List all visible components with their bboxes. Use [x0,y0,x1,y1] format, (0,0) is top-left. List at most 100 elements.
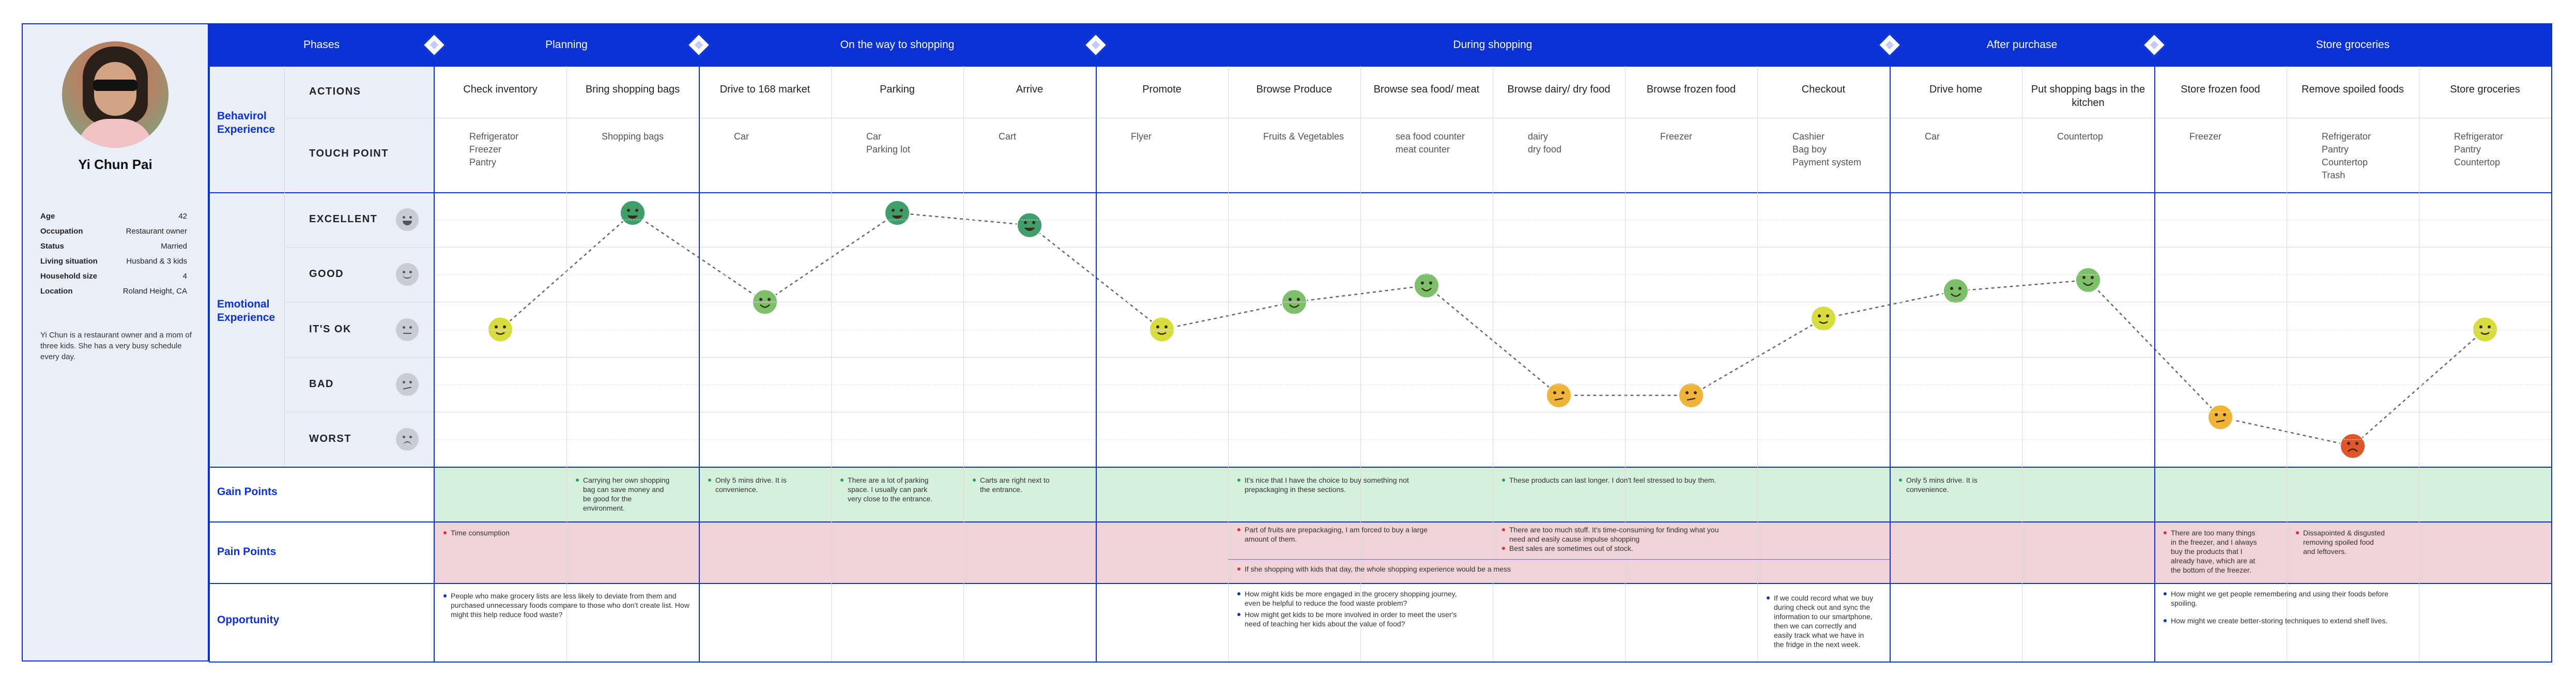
emotion-level-label: BAD [309,378,334,390]
gain-note-text: These products can last longer. I don't … [1500,475,1737,485]
emotion-point-face-icon [2207,404,2233,430]
section-divider [209,521,2552,522]
action-label: Browse frozen food [1646,84,1736,95]
touch-point-list: Countertop [2057,131,2104,142]
gain-point-note: There are a lot of parking space. I usua… [838,475,937,503]
eye [403,326,405,329]
pain-note-text: Time consumption [441,528,546,537]
emotion-point-face-icon [2340,433,2366,459]
mouth [403,387,412,390]
touch-point-list: Cashier Bag boy Payment system [1792,131,1862,167]
touch-point-list: Refrigerator Pantry Countertop Trash [2322,131,2371,180]
action-label: Store frozen food [2181,84,2260,95]
emotion-level-label: IT'S OK [309,323,351,335]
opp-point-note: People who make grocery lists are less l… [441,591,692,619]
phase-label: Planning [545,39,588,51]
column-divider [566,66,567,662]
action-label: Arrive [1016,84,1044,95]
column-divider [1228,66,1229,662]
action-label: Put shopping bags in the kitchen [2031,84,2145,109]
action-label: Promote [1142,84,1182,95]
emotion-level-face-icon [396,208,419,232]
pain-note-text: If she shopping with kids that day, the … [1235,564,1710,574]
opp-point-note: How might we get people remembering and … [2161,589,2392,608]
action-label: Browse Produce [1256,84,1332,95]
column-divider [831,66,832,662]
pain-point-note: Part of fruits are prepackaging, I am fo… [1235,525,1446,544]
touch-point-list: Shopping bags [602,131,664,142]
gain-note-text: Carts are right next to the entrance. [971,475,1055,494]
gain-point-note: Only 5 mins drive. It is convenience. [1897,475,1995,494]
emotion-point-face-icon [620,200,646,226]
emotion-level-face-icon [396,427,419,451]
opp-note-text: How might we get people remembering and … [2161,589,2392,608]
section-divider [209,192,2552,193]
column-divider [1757,66,1758,662]
phase-label: On the way to shopping [840,39,955,51]
touch-point-list: Freezer [1660,131,1693,142]
emotion-curve [487,200,2498,459]
board-border [2551,23,2552,662]
opp-note-text: How might get kids to be more involved i… [1235,610,1466,628]
opp-point-note: How might kids be more engaged in the gr… [1235,589,1466,608]
action-label: Remove spoiled foods [2302,84,2404,95]
pain-note-text: Dissapointed & disgusted removing spoile… [2294,528,2385,556]
emotion-point-face-icon [1414,272,1439,299]
emotion-level-face-icon [396,318,419,341]
gain-point-note: Carts are right next to the entrance. [971,475,1055,494]
opp-point-note: How might get kids to be more involved i… [1235,610,1466,628]
gain-point-note: It's nice that I have the choice to buy … [1235,475,1446,494]
touch-point-list: Car [734,131,749,142]
emotion-point-face-icon [1811,305,1836,332]
eye [409,380,412,383]
emotion-level-label: GOOD [309,268,344,280]
gain-note-text: It's nice that I have the choice to buy … [1235,475,1446,494]
persona-field-value: Restaurant owner [126,227,187,236]
eye [409,435,412,438]
action-label: Bring shopping bags [585,84,680,95]
persona-field-value: Married [161,242,187,251]
eye [409,216,412,219]
emotion-point-face-icon [1017,212,1042,238]
touch-point-list: Freezer [2189,131,2222,142]
emotion-sub-gridline [434,439,2552,440]
gain-note-text: There are a lot of parking space. I usua… [838,475,937,503]
mouth [403,441,411,445]
touch-point-list: sea food counter meat counter [1396,131,1465,155]
persona-field-value: 4 [182,272,187,281]
emotion-point-face-icon [884,200,910,226]
action-label: Drive to 168 market [719,84,810,95]
section-divider [209,583,2552,584]
action-label: Store groceries [2450,84,2520,95]
touch-point-list: Refrigerator Pantry Countertop [2454,131,2504,167]
column-divider [1890,66,1891,662]
gain-point-note: Only 5 mins drive. It is convenience. [706,475,798,494]
touch-point-list: Refrigerator Freezer Pantry [469,131,519,167]
action-label: Parking [880,84,915,95]
column-divider [699,66,700,662]
emotion-point-face-icon [1943,278,1969,304]
touch-point-list: Cart [999,131,1017,142]
emotion-point-face-icon [2075,267,2101,293]
pain-point-note: There are too many things in the freezer… [2161,528,2260,575]
persona-field-value: 42 [178,212,187,221]
emotion-band-divider [284,357,2552,358]
pain-point-note: There are too much stuff. It's time-cons… [1500,525,1730,544]
persona-field-value: Husband & 3 kids [126,257,187,266]
emotion-point-face-icon [1678,382,1704,408]
pain-note-text: Best sales are sometimes out of stock. [1500,544,1724,553]
pain-sub-divider [1228,559,1890,560]
eye [403,380,405,383]
action-label: Drive home [1929,84,1983,95]
emotion-level-label: WORST [309,433,351,444]
gain-note-text: Only 5 mins drive. It is convenience. [706,475,798,494]
eye [403,435,405,438]
column-divider [963,66,964,662]
eye [409,326,412,329]
gain-point-note: These products can last longer. I don't … [1500,475,1737,485]
section-divider [209,467,2552,468]
phase-label: During shopping [1453,39,1532,51]
gain-note-text: Only 5 mins drive. It is convenience. [1897,475,1995,494]
emotion-band-divider [284,247,2552,248]
opp-note-text: If we could record what we buy during ch… [1765,593,1876,649]
